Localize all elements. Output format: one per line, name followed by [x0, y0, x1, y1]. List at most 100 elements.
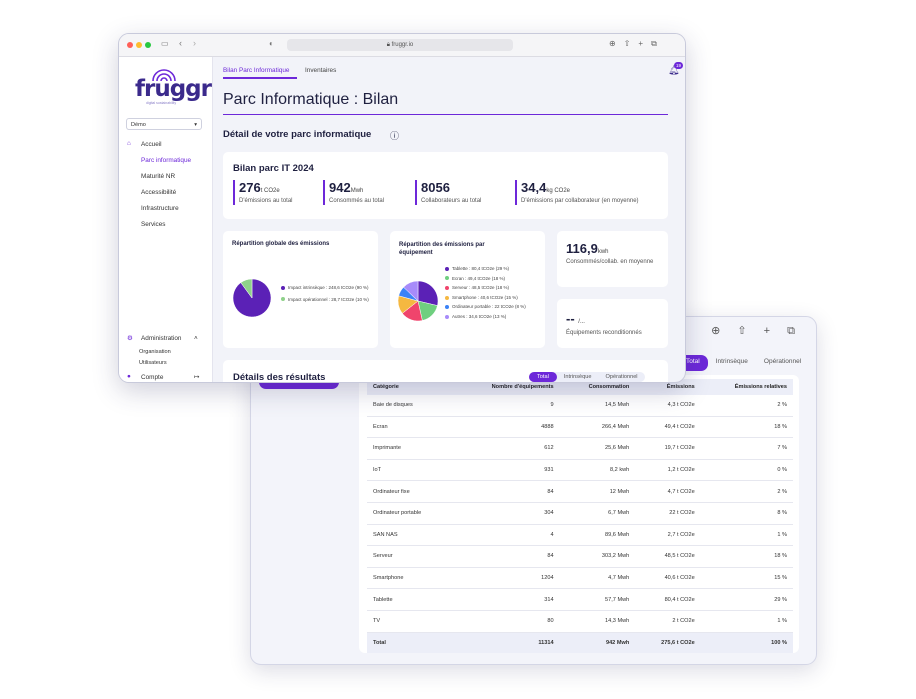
- bilan-window: ▭ ‹ › ◐ 🔒︎ fruggr.io ⊕⇧+⧉ fruggr digital…: [118, 33, 686, 383]
- minimize-icon[interactable]: [136, 42, 142, 48]
- cell-consommation-total: 942 Mwh: [559, 632, 636, 654]
- cell-categorie: Ordinateur fixe: [367, 480, 454, 503]
- table-row[interactable]: Ordinateur portable 304 6,7 Mwh 22 t CO2e 8 …: [367, 502, 793, 525]
- info-icon[interactable]: ⓘ: [390, 129, 399, 142]
- cell-emissions: 80,4 t CO2e: [635, 588, 701, 611]
- legend-dot: [445, 266, 449, 271]
- global-chart-title: Répartition globale des émissions: [232, 241, 330, 247]
- cell-categorie: SAN NAS: [367, 524, 454, 547]
- cell-nombre: 931: [453, 459, 560, 482]
- cell-categorie: TV: [367, 610, 454, 633]
- home-icon: ⌂: [127, 140, 131, 147]
- tab-operationnel-back[interactable]: Opérationnel: [756, 355, 809, 371]
- kpi-collaborateurs-label: Collaborateurs au total: [421, 198, 482, 204]
- nav-accessibilite[interactable]: Accessibilité: [141, 189, 176, 196]
- cell-emissions: 22 t CO2e: [635, 502, 701, 525]
- device-chart-title: Répartition des émissions par équipement: [399, 242, 485, 256]
- logout-icon[interactable]: ↦: [194, 373, 199, 381]
- url-text: fruggr.io: [391, 42, 414, 48]
- table-row[interactable]: Ordinateur fixe 84 12 Mwh 4,7 t CO2e 2 %: [367, 480, 793, 503]
- main-content: Bilan Parc Informatique Inventaires 🔔︎ 1…: [213, 57, 685, 382]
- legend-dot: [281, 297, 285, 302]
- gear-icon: ⚙: [127, 335, 133, 342]
- legend-item: Ordinateur portable : 22 tCO2e (8 %): [445, 304, 540, 310]
- table-row[interactable]: Smartphone 1204 4,7 Mwh 40,6 t CO2e 15 %: [367, 567, 793, 590]
- kpi-emissions-label: D'émissions au total: [239, 198, 293, 204]
- summary-card: Bilan parc IT 2024 276t CO2e D'émissions…: [223, 152, 668, 219]
- browser-titlebar: ▭ ‹ › ◐ 🔒︎ fruggr.io ⊕⇧+⧉: [119, 34, 685, 57]
- tab-intrinseque[interactable]: Intrinsèque: [557, 372, 599, 382]
- nav-utilisateurs[interactable]: Utilisateurs: [139, 360, 167, 366]
- maximize-icon[interactable]: [145, 42, 151, 48]
- nav-infrastructure[interactable]: Infrastructure: [141, 205, 179, 212]
- chevron-up-icon[interactable]: ˄: [194, 335, 198, 342]
- kpi-bar: [515, 180, 517, 205]
- chevron-down-icon: ▾: [194, 122, 197, 128]
- cell-relatives: 2 %: [700, 480, 793, 503]
- title-divider: [223, 114, 668, 115]
- legend-label: Ecran : 49,4 tCO2e (18 %): [452, 275, 506, 281]
- legend-dot: [281, 285, 285, 290]
- cell-nombre: 1204: [453, 567, 560, 590]
- cell-relatives: 15 %: [700, 567, 793, 590]
- url-bar[interactable]: 🔒︎ fruggr.io: [287, 39, 513, 51]
- nav-organisation[interactable]: Organisation: [139, 349, 171, 355]
- cell-nombre: 612: [453, 437, 560, 460]
- nav-services[interactable]: Services: [141, 221, 166, 228]
- table-row[interactable]: Serveur 84 303,2 Mwh 48,5 t CO2e 18 %: [367, 545, 793, 568]
- org-select[interactable]: Démo ▾: [126, 118, 202, 130]
- summary-title: Bilan parc IT 2024: [233, 163, 314, 174]
- logo[interactable]: fruggr: [135, 76, 212, 102]
- legend-dot: [445, 286, 449, 290]
- sidebar-toggle-icon[interactable]: ▭: [161, 39, 169, 48]
- tab-bilan[interactable]: Bilan Parc Informatique: [223, 67, 289, 74]
- cell-consommation: 6,7 Mwh: [559, 502, 636, 525]
- col-emissions-relatives[interactable]: Émissions relatives: [700, 379, 793, 395]
- tab-intrinseque-back[interactable]: Intrinsèque: [708, 355, 756, 371]
- tab-inventaires[interactable]: Inventaires: [305, 67, 336, 74]
- nav-accueil[interactable]: Accueil: [141, 141, 162, 148]
- nav-administration[interactable]: Administration: [141, 335, 182, 342]
- cell-nombre: 84: [453, 480, 560, 503]
- legend-dot: [445, 295, 449, 300]
- tab-total[interactable]: Total: [529, 372, 557, 382]
- cell-consommation: 89,6 Mwh: [559, 524, 636, 547]
- table-row[interactable]: Tablette 314 57,7 Mwh 80,4 t CO2e 29 %: [367, 588, 793, 611]
- kpi-reconditionnes: -- /...: [566, 311, 585, 326]
- cell-categorie: Smartphone: [367, 567, 454, 590]
- kpi-par-collaborateur: 34,4kg CO2e: [521, 180, 570, 195]
- table-row[interactable]: TV 80 14,3 Mwh 2 t CO2e 1 %: [367, 610, 793, 633]
- cell-emissions: 4,3 t CO2e: [635, 395, 701, 417]
- cell-nombre: 4: [453, 524, 560, 547]
- user-icon: ●: [127, 373, 131, 380]
- shield-icon[interactable]: ◐: [269, 39, 274, 48]
- close-icon[interactable]: [127, 42, 133, 48]
- forward-icon[interactable]: ›: [193, 38, 196, 48]
- tab-operationnel[interactable]: Opérationnel: [599, 372, 645, 382]
- browser-toolbar-icons[interactable]: ⊕ ⇧ + ⧉: [711, 324, 802, 338]
- cell-emissions: 1,2 t CO2e: [635, 459, 701, 482]
- cell-emissions: 49,4 t CO2e: [635, 416, 701, 439]
- back-icon[interactable]: ‹: [179, 38, 182, 48]
- results-tabs-back[interactable]: Total Intrinsèque Opérationnel: [678, 355, 809, 371]
- cell-categorie: Tablette: [367, 588, 454, 611]
- nav-parc-informatique[interactable]: Parc informatique: [141, 157, 191, 164]
- nav-compte[interactable]: Compte: [141, 374, 163, 381]
- cell-emissions: 40,6 t CO2e: [635, 567, 701, 590]
- cell-relatives: 1 %: [700, 524, 793, 547]
- cell-consommation: 14,5 Mwh: [559, 395, 636, 417]
- table-row[interactable]: IoT 931 8,2 kwh 1,2 t CO2e 0 %: [367, 459, 793, 482]
- table-row[interactable]: Imprimante 612 25,6 Mwh 19,7 t CO2e 7 %: [367, 437, 793, 460]
- results-tabs[interactable]: Total Intrinsèque Opérationnel: [529, 372, 645, 382]
- nav-maturite[interactable]: Maturité NR: [141, 173, 175, 180]
- browser-actions-icons[interactable]: ⊕⇧+⧉: [609, 39, 665, 49]
- cell-categorie: Ordinateur portable: [367, 502, 454, 525]
- table-row[interactable]: Baie de disques 9 14,5 Mwh 4,3 t CO2e 2 %: [367, 395, 793, 417]
- kpi-reconditionnes-label: Équipements reconditionnés: [566, 330, 642, 336]
- table-row[interactable]: SAN NAS 4 89,6 Mwh 2,7 t CO2e 1 %: [367, 524, 793, 547]
- kpi-collaborateurs: 8056: [421, 180, 450, 195]
- kpi-bar: [415, 180, 417, 205]
- cell-categorie: Ecran: [367, 416, 454, 439]
- table-row[interactable]: Ecran 4888 266,4 Mwh 49,4 t CO2e 18 %: [367, 416, 793, 439]
- cell-emissions: 19,7 t CO2e: [635, 437, 701, 460]
